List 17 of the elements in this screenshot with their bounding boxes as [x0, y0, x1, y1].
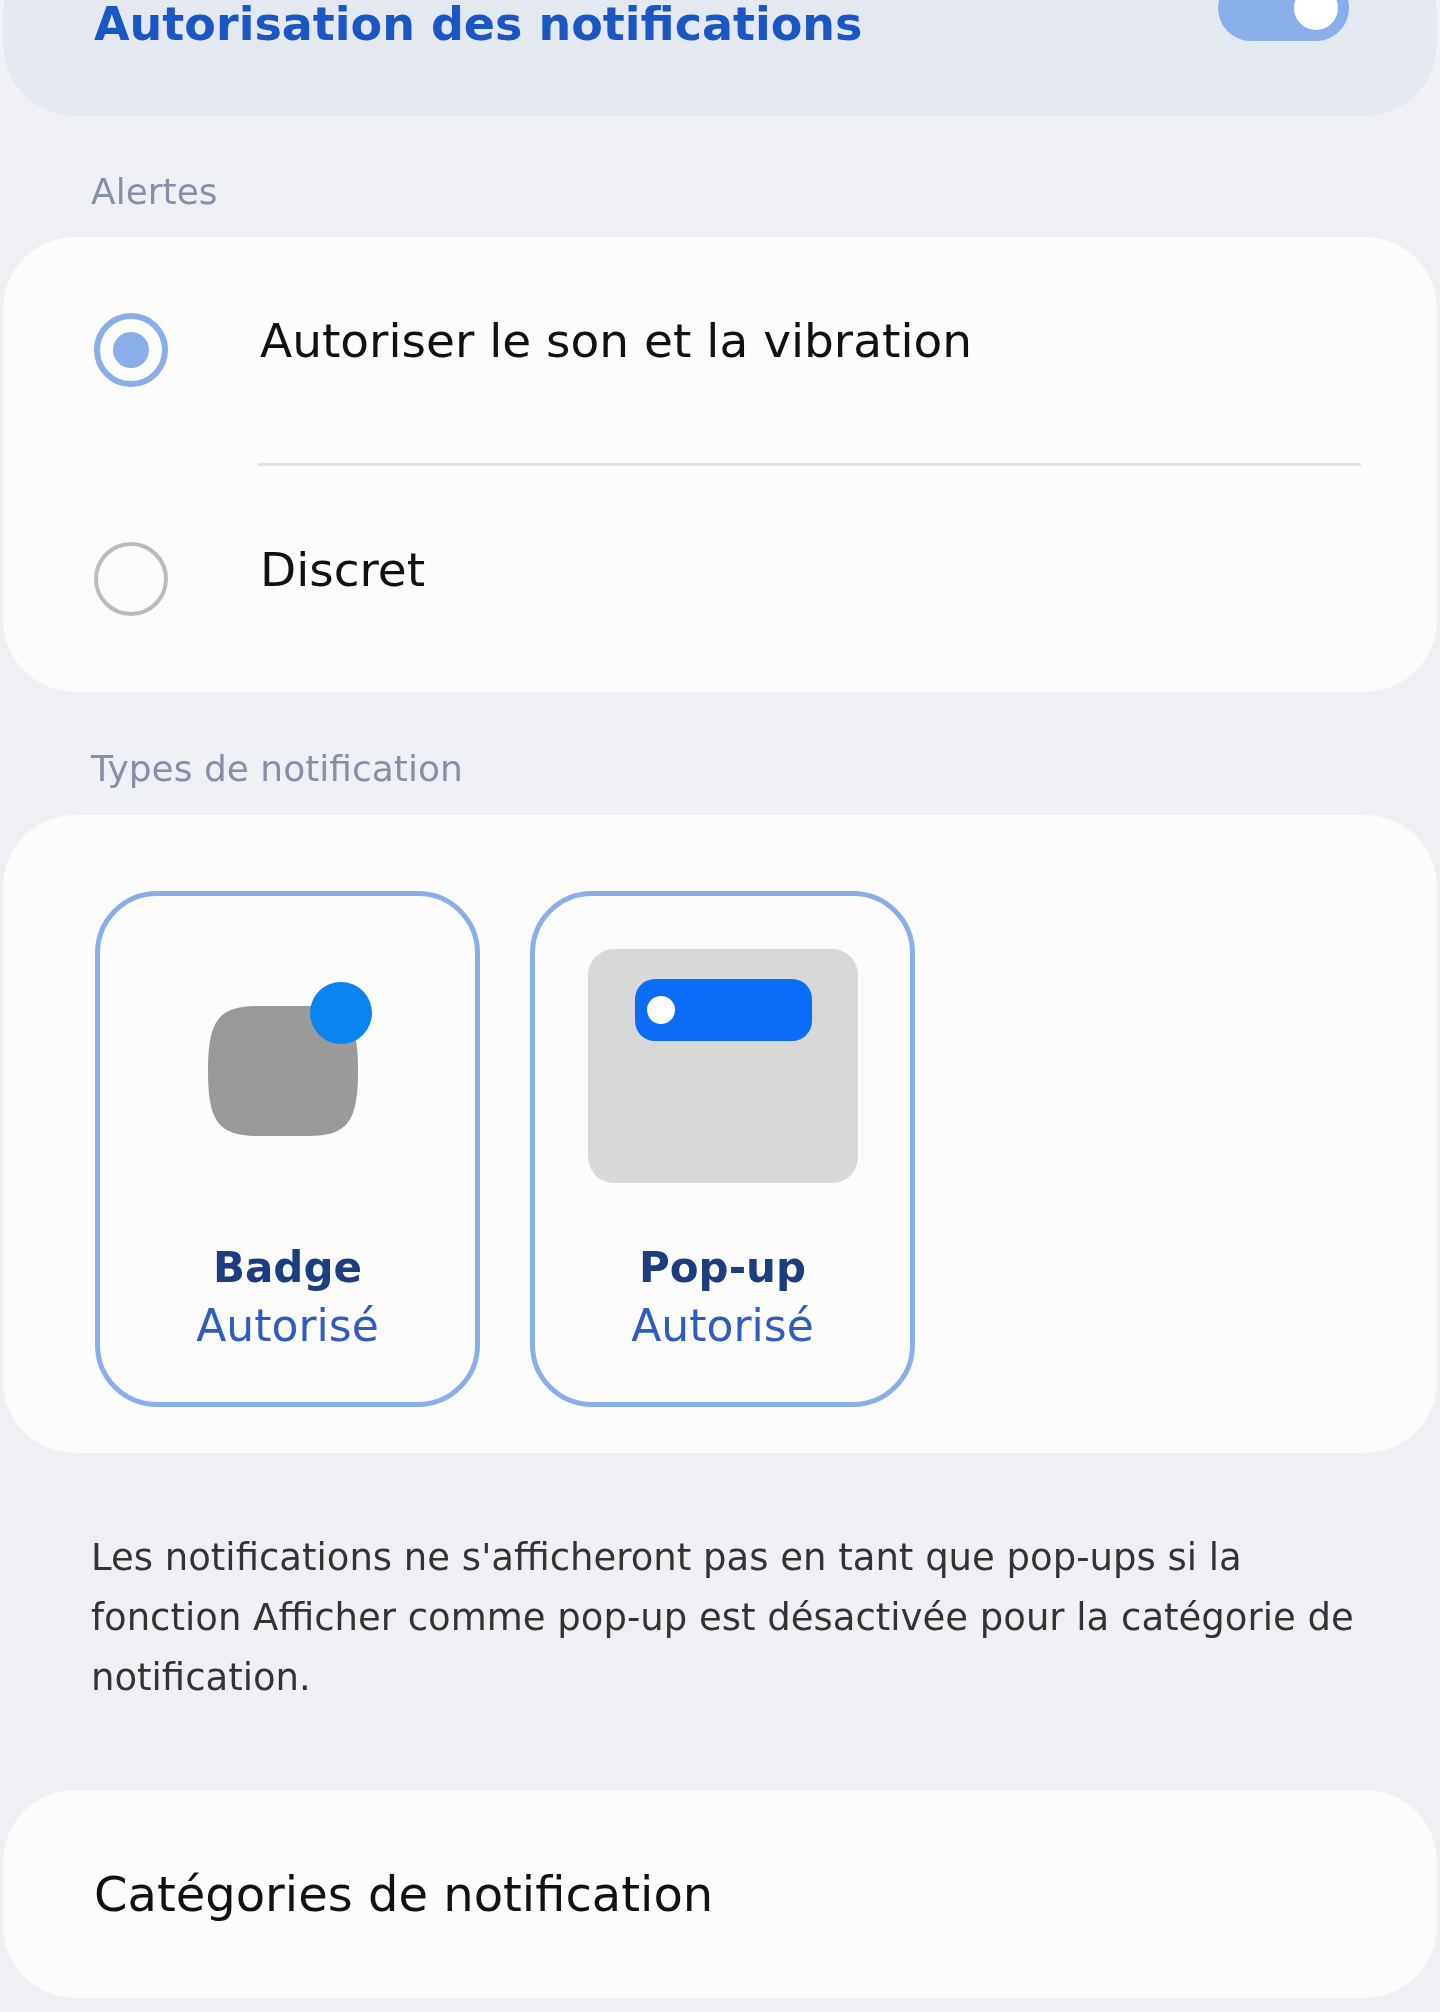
section-label: Alertes [90, 170, 219, 214]
notification-type-tile[interactable]: Pop-up Autorisé [530, 891, 915, 1407]
info-text: Les notifications ne s'afficheront pas en tant que pop-ups si la fonction Afficher comme pop-up est désactivée pour la catégorie de notification. [90, 1535, 1355, 1701]
tile-title: Pop-up [638, 1242, 807, 1294]
item-label: Catégories de notification [94, 1866, 714, 1922]
section-title: Autorisation des notifications [94, 0, 863, 51]
notification-type-tile[interactable]: Badge Autorisé [95, 891, 480, 1407]
tile-title: Badge [213, 1242, 362, 1294]
tile-status: Autorisé [631, 1299, 814, 1353]
tile-status: Autorisé [196, 1299, 379, 1353]
option-label[interactable]: Discret [260, 541, 426, 597]
radio-button[interactable] [94, 542, 168, 616]
option-label[interactable]: Autoriser le son et la vibration [260, 312, 972, 368]
categories-item[interactable]: Catégories de notification [3, 1790, 1437, 1998]
radio-button[interactable] [94, 313, 168, 387]
section-label: Types de notification [90, 747, 464, 791]
popup-window-icon [587, 949, 858, 1183]
